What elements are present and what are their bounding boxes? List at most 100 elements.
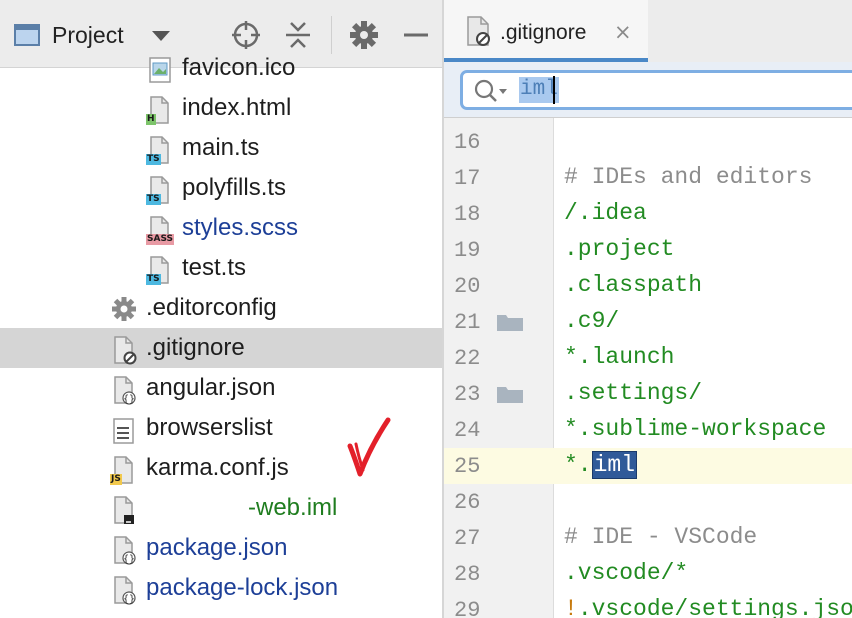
tree-item-label: .editorconfig	[146, 294, 277, 321]
tree-item-label: -web.iml	[248, 494, 338, 521]
search-input[interactable]: iml	[460, 70, 852, 110]
tree-item[interactable]: favicon.ico	[0, 48, 442, 88]
tree-item[interactable]: TS main.ts	[0, 128, 442, 168]
gear-file-icon	[110, 295, 140, 325]
code-text: /.idea	[564, 200, 647, 226]
svg-text:{}: {}	[123, 594, 135, 605]
code-text: *.iml	[564, 451, 638, 479]
line-number: 26	[454, 490, 481, 515]
red-checkmark-annotation	[347, 417, 391, 477]
chevron-down-icon[interactable]	[152, 31, 170, 41]
html-file-icon: H	[146, 95, 176, 125]
tree-item-label: .gitignore	[146, 334, 245, 361]
line-number: 27	[454, 526, 481, 551]
text-caret	[553, 76, 555, 104]
tab-gitignore[interactable]: .gitignore ×	[444, 0, 648, 62]
code-line: 24 *.sublime-workspace	[444, 412, 852, 448]
project-panel: Project favicon.ico H index.html TS main…	[0, 0, 442, 618]
tree-item[interactable]: {} package.json	[0, 528, 442, 568]
tree-item[interactable]: .gitignore	[0, 328, 442, 368]
json-file-icon: {}	[110, 575, 140, 605]
tree-item[interactable]: .editorconfig	[0, 288, 442, 328]
line-number: 17	[454, 166, 481, 191]
tree-item[interactable]: -web.iml	[0, 488, 442, 528]
json-file-icon: {}	[110, 375, 140, 405]
find-bar: iml	[444, 62, 852, 118]
search-icon[interactable]	[473, 78, 513, 104]
tree-item-label: test.ts	[182, 254, 247, 281]
line-number: 18	[454, 202, 481, 227]
code-line: 21 .c9/	[444, 304, 852, 340]
tree-item-label: browserslist	[146, 414, 273, 441]
code-line: 29 !.vscode/settings.json	[444, 592, 852, 618]
code-text: # IDE - VSCode	[564, 524, 758, 550]
tree-item-label: index.html	[182, 94, 292, 121]
tree-item-label: favicon.ico	[182, 54, 296, 81]
tree-item[interactable]: SASS styles.scss	[0, 208, 442, 248]
image-file-icon	[146, 55, 176, 85]
iml-file-icon	[110, 495, 140, 525]
tree-item[interactable]: {} angular.json	[0, 368, 442, 408]
tree-item[interactable]: TS test.ts	[0, 248, 442, 288]
code-line: 23 .settings/	[444, 376, 852, 412]
tree-item[interactable]: TS polyfills.ts	[0, 168, 442, 208]
tree-item[interactable]: {} package-lock.json	[0, 568, 442, 608]
line-number: 29	[454, 598, 481, 618]
code-line: 25 *.iml	[444, 448, 852, 484]
line-number: 19	[454, 238, 481, 263]
ignore-file-icon	[110, 335, 140, 365]
gear-icon[interactable]	[347, 18, 381, 52]
folder-icon[interactable]	[496, 312, 524, 332]
code-line: 19 .project	[444, 232, 852, 268]
tree-item-label: styles.scss	[182, 214, 299, 241]
text-file-icon	[110, 415, 140, 445]
code-line: 16	[444, 124, 852, 160]
file-type-badge: TS	[146, 274, 161, 285]
code-text: *.sublime-workspace	[564, 416, 827, 442]
code-text: .vscode/*	[564, 560, 689, 586]
code-text: *.launch	[564, 344, 675, 370]
typescript-file-icon: TS	[146, 175, 176, 205]
line-number: 22	[454, 346, 481, 371]
project-panel-title[interactable]: Project	[52, 22, 124, 49]
file-type-badge: JS	[110, 474, 122, 485]
code-line: 28 .vscode/*	[444, 556, 852, 592]
line-number: 21	[454, 310, 481, 335]
svg-text:{}: {}	[123, 394, 135, 405]
search-match-highlight: iml	[591, 451, 638, 479]
editor-tab-bar: .gitignore ×	[444, 0, 852, 62]
tree-item-label: package.json	[146, 534, 288, 561]
minimize-icon[interactable]	[399, 18, 433, 52]
file-type-badge: H	[146, 114, 156, 125]
typescript-file-icon: TS	[146, 135, 176, 165]
line-number: 20	[454, 274, 481, 299]
tab-label: .gitignore	[500, 21, 587, 44]
code-line: 17 # IDEs and editors	[444, 160, 852, 196]
file-type-badge: TS	[146, 194, 161, 205]
json-file-icon: {}	[110, 535, 140, 565]
code-text: .classpath	[564, 272, 703, 298]
folder-icon[interactable]	[496, 384, 524, 404]
code-line: 18 /.idea	[444, 196, 852, 232]
tree-item-label: package-lock.json	[146, 574, 339, 601]
code-text: .project	[564, 236, 675, 262]
line-number: 16	[454, 130, 481, 155]
tree-item-label: karma.conf.js	[146, 454, 289, 481]
editor-panel: .gitignore × iml 16 17 # IDEs and editors 1…	[444, 0, 852, 618]
ignore-file-icon	[467, 16, 490, 46]
locate-crosshair-icon[interactable]	[229, 18, 263, 52]
close-icon[interactable]: ×	[614, 20, 632, 44]
tree-item-label: polyfills.ts	[182, 174, 287, 201]
code-line: 26	[444, 484, 852, 520]
code-text: .settings/	[564, 380, 703, 406]
code-text: .c9/	[564, 308, 620, 334]
tree-item[interactable]: Hindex.html	[0, 88, 442, 128]
line-number: 25	[454, 454, 481, 479]
code-line: 22 *.launch	[444, 340, 852, 376]
typescript-file-icon: TS	[146, 255, 176, 285]
line-number: 24	[454, 418, 481, 443]
code-text: !.vscode/settings.json	[564, 596, 852, 618]
tree-item-label: angular.json	[146, 374, 276, 401]
sass-file-icon: SASS	[146, 215, 176, 245]
collapse-all-icon[interactable]	[281, 18, 315, 52]
